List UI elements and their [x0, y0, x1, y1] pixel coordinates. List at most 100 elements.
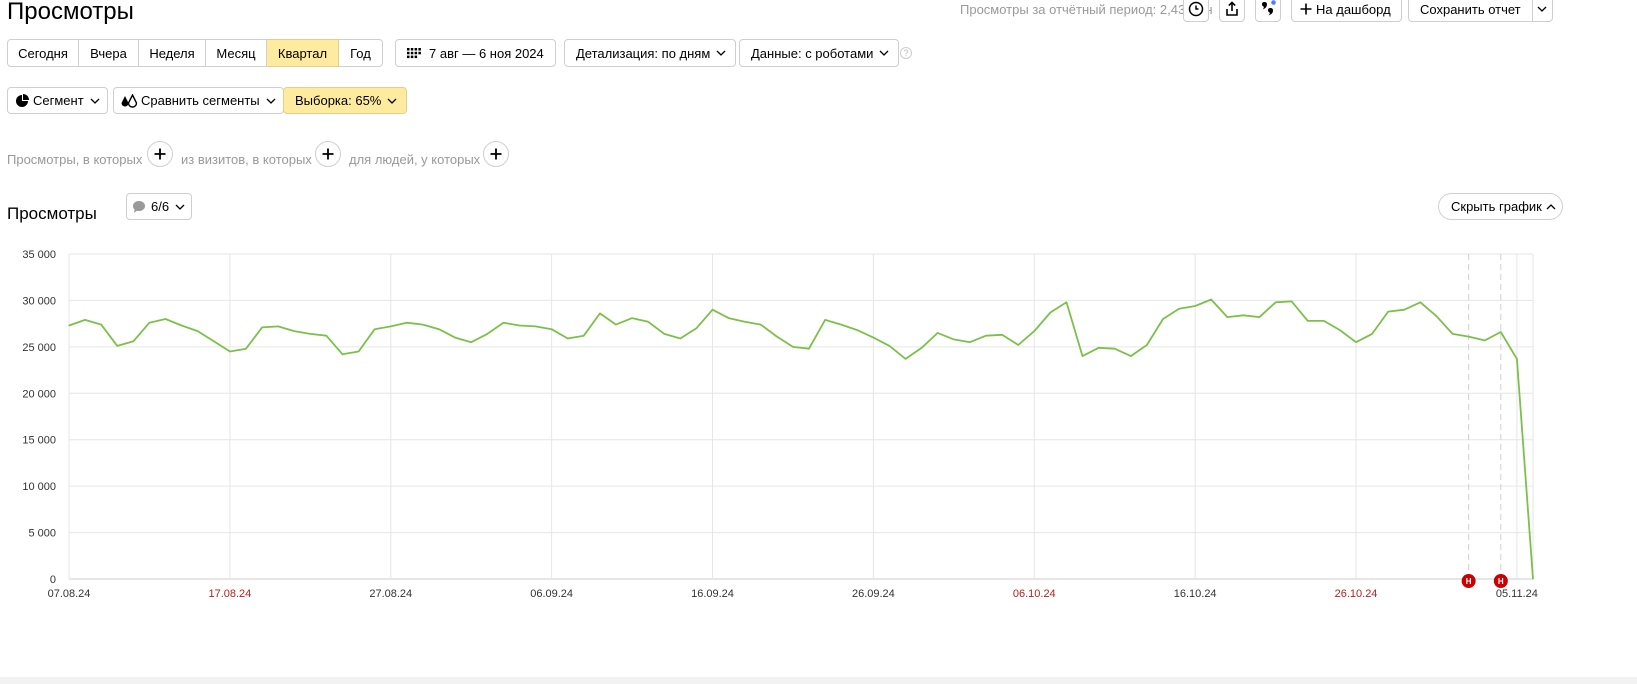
data-point — [422, 323, 424, 326]
data-point — [1226, 316, 1228, 318]
x-tick-label: 16.10.24 — [1174, 588, 1217, 600]
assistant-button[interactable] — [1255, 0, 1281, 22]
data-point — [341, 353, 344, 355]
data-point — [438, 328, 440, 330]
data-point — [1001, 334, 1003, 336]
data-point — [1500, 331, 1502, 333]
y-tick-label: 5 000 — [28, 528, 56, 540]
add-visits-filter-button[interactable] — [315, 141, 341, 167]
clock-icon — [1188, 1, 1204, 17]
data-point — [1258, 316, 1261, 318]
x-tick-label: 05.11.24 — [1496, 588, 1538, 600]
data-point — [969, 341, 971, 343]
hide-chart-button[interactable]: Скрыть график — [1438, 193, 1563, 220]
history-button[interactable] — [1183, 0, 1209, 22]
data-point — [711, 309, 714, 311]
data-point — [840, 323, 842, 326]
data-mode-dropdown[interactable]: Данные: с роботами — [739, 39, 900, 67]
data-point — [486, 333, 488, 335]
tab-year[interactable]: Год — [339, 39, 383, 67]
data-point — [1178, 308, 1180, 310]
chevron-down-icon — [90, 97, 100, 105]
x-tick-label: 17.08.24 — [208, 588, 251, 600]
data-point — [245, 348, 247, 350]
data-point — [84, 319, 86, 321]
data-point — [1339, 329, 1341, 331]
x-tick-label: 16.09.24 — [691, 588, 734, 600]
data-point — [1194, 305, 1196, 307]
add-views-filter-button[interactable] — [147, 141, 173, 167]
data-point — [679, 337, 681, 340]
help-symbol: ? — [903, 48, 909, 58]
tab-quarter[interactable]: Квартал — [267, 39, 339, 67]
segment-dropdown[interactable]: Сегмент — [7, 87, 108, 114]
data-point — [776, 336, 778, 338]
data-point — [1468, 336, 1470, 338]
date-range-picker[interactable]: 7 авг — 6 ноя 2024 — [395, 39, 556, 67]
save-options-dropdown[interactable] — [1531, 0, 1552, 21]
y-tick-label: 10 000 — [22, 481, 56, 493]
chevron-down-icon — [879, 49, 889, 57]
annotations-dropdown[interactable]: 6/6 — [126, 193, 193, 220]
compare-segments-label: Сравнить сегменты — [141, 93, 260, 108]
data-point — [1403, 309, 1405, 311]
data-point — [1049, 311, 1051, 314]
data-point — [615, 323, 617, 326]
data-point — [277, 325, 279, 328]
data-point — [695, 327, 698, 329]
tab-week[interactable]: Неделя — [139, 39, 206, 67]
data-point — [1307, 320, 1309, 322]
tab-month[interactable]: Месяц — [206, 39, 267, 67]
tab-label: Вчера — [90, 45, 127, 61]
y-tick-label: 25 000 — [22, 342, 56, 354]
data-point — [583, 335, 585, 337]
data-point — [1017, 344, 1019, 346]
data-point — [293, 330, 295, 332]
x-tick-label: 07.08.24 — [48, 588, 91, 600]
y-tick-label: 20 000 — [22, 388, 56, 400]
export-button[interactable] — [1219, 0, 1245, 22]
data-point — [1114, 348, 1116, 350]
y-tick-label: 35 000 — [22, 249, 56, 261]
tab-today[interactable]: Сегодня — [7, 39, 79, 67]
data-point — [518, 324, 521, 327]
data-point — [904, 358, 907, 360]
save-report-label: Сохранить отчет — [1420, 1, 1521, 17]
tab-label: Сегодня — [18, 45, 68, 61]
data-point — [1484, 339, 1486, 341]
calendar-icon — [407, 48, 421, 59]
data-point — [856, 329, 858, 331]
period-total-text: Просмотры за отчётный период: 2,43 млн — [960, 2, 1213, 17]
sample-dropdown[interactable]: Выборка: 65% — [283, 87, 408, 114]
data-point — [1435, 315, 1438, 317]
data-point — [357, 350, 360, 353]
chart-section-title: Просмотры — [7, 204, 97, 223]
data-point — [1532, 578, 1534, 580]
data-point — [1081, 355, 1084, 357]
data-point — [1065, 301, 1068, 303]
detail-dropdown[interactable]: Детализация: по дням — [564, 39, 737, 67]
y-tick-label: 0 — [50, 574, 56, 586]
data-point — [1387, 310, 1389, 313]
save-report-button[interactable]: Сохранить отчет — [1408, 0, 1553, 22]
help-icon[interactable]: ? — [900, 47, 912, 59]
add-to-dashboard-label: На дашборд — [1316, 1, 1391, 17]
holiday-marker-label: Н — [1466, 577, 1472, 586]
add-people-filter-button[interactable] — [483, 141, 509, 167]
data-point — [1130, 355, 1132, 357]
sample-label: Выборка: 65% — [295, 93, 382, 108]
data-point — [1146, 344, 1148, 346]
data-point — [534, 325, 537, 328]
views-line-chart: 35 000 30 000 25 000 20 000 15 000 10 000 5 00… — [22, 249, 1538, 600]
data-point — [1355, 341, 1357, 343]
date-range-label: 7 авг — 6 ноя 2024 — [429, 45, 544, 61]
add-to-dashboard-button[interactable]: На дашборд — [1291, 0, 1402, 22]
data-point — [1242, 314, 1245, 316]
compare-segments-dropdown[interactable]: Сравнить сегменты — [113, 87, 284, 114]
data-point — [164, 318, 167, 320]
tab-yesterday[interactable]: Вчера — [79, 39, 139, 67]
assistant-icon — [1262, 0, 1276, 16]
data-point — [502, 322, 504, 324]
data-point — [374, 328, 376, 330]
data-point — [181, 324, 183, 327]
